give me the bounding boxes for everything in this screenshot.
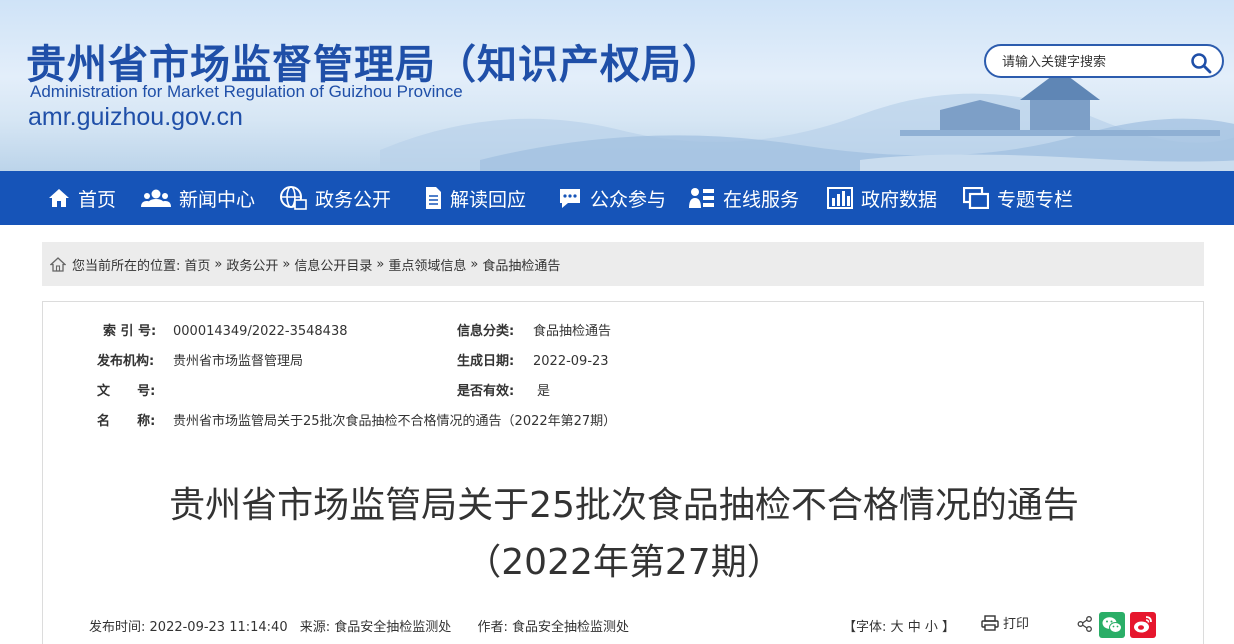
share-icon[interactable]: [1077, 616, 1093, 637]
author-value: 食品安全抽检监测处: [511, 620, 629, 635]
breadcrumb-link-gov-affairs[interactable]: 政务公开: [226, 255, 278, 274]
nav-item-online-service[interactable]: 在线服务: [689, 171, 799, 225]
author-label: 作者:: [477, 620, 508, 635]
meta-valid-label: 是否有效:: [457, 384, 515, 399]
breadcrumb-separator: »: [214, 256, 223, 272]
chat-icon: [560, 189, 580, 208]
meta-publisher-label: 发布机构:: [97, 354, 155, 369]
font-size-large-button[interactable]: 大: [891, 620, 904, 635]
article-title-line1: 贵州省市场监管局关于25批次食品抽检不合格情况的通告: [169, 485, 1079, 526]
bar-chart-icon: [827, 187, 853, 209]
nav-item-home[interactable]: 首页: [48, 171, 116, 225]
source-value: 食品安全抽检监测处: [334, 620, 452, 635]
meta-category-value: 食品抽检通告: [533, 324, 612, 339]
breadcrumb-link-catalog[interactable]: 信息公开目录: [294, 255, 372, 274]
meta-category-label: 信息分类:: [457, 324, 515, 339]
publish-time-label: 发布时间:: [89, 620, 146, 635]
nav-label: 首页: [78, 188, 117, 211]
nav-label: 在线服务: [723, 188, 800, 211]
breadcrumb-separator: »: [282, 256, 291, 272]
wechat-share-icon[interactable]: [1099, 612, 1125, 643]
window-icon: [963, 187, 989, 209]
meta-category: 信息分类: 食品抽检通告: [457, 320, 611, 339]
meta-publisher-value: 贵州省市场监督管理局: [173, 354, 304, 369]
nav-item-public-participation[interactable]: 公众参与: [558, 171, 666, 225]
nav-label: 专题专栏: [997, 188, 1074, 211]
breadcrumb-link-food-notices[interactable]: 食品抽检通告: [482, 255, 560, 274]
document-icon: [426, 187, 441, 209]
meta-valid: 是否有效: 是: [457, 380, 550, 399]
breadcrumb: 您当前所在的位置: 首页 » 政务公开 » 信息公开目录 » 重点领域信息 » …: [42, 242, 1204, 286]
service-icon: [689, 188, 714, 208]
search-box: [984, 44, 1224, 78]
main-nav: 首页 新闻中心 政务公开 解读回应 公众参与 在线服务 政府数据 专题专栏: [0, 171, 1234, 225]
breadcrumb-separator: »: [470, 256, 479, 272]
home-outline-icon: [50, 256, 66, 272]
nav-label: 政务公开: [315, 188, 392, 211]
nav-item-interpretation[interactable]: 解读回应: [424, 171, 526, 225]
meta-index-value: 000014349/2022-3548438: [173, 324, 348, 339]
print-button[interactable]: 打印: [981, 613, 1029, 632]
nav-item-special-topics[interactable]: 专题专栏: [963, 171, 1073, 225]
font-size-controls: 【字体: 大 中 小 】: [843, 616, 955, 635]
article-card: 索 引 号: 000014349/2022-3548438 信息分类: 食品抽检通告…: [42, 301, 1204, 644]
nav-label: 公众参与: [590, 188, 667, 211]
home-icon: [49, 189, 69, 207]
breadcrumb-link-key-areas[interactable]: 重点领域信息: [388, 255, 466, 274]
site-domain: amr.guizhou.gov.cn: [28, 103, 243, 131]
search-icon[interactable]: [1190, 52, 1212, 74]
print-label: 打印: [1003, 617, 1030, 632]
nav-item-gov-data[interactable]: 政府数据: [827, 171, 937, 225]
publish-info: 发布时间: 2022-09-23 11:14:40 来源: 食品安全抽检监测处 …: [89, 616, 629, 635]
printer-icon: [981, 614, 999, 631]
weibo-share-icon[interactable]: [1130, 612, 1156, 643]
article-title-line2: （2022年第27期）: [465, 542, 783, 583]
nav-label: 新闻中心: [179, 188, 256, 211]
source-label: 来源:: [299, 620, 331, 635]
nav-label: 解读回应: [450, 188, 527, 211]
meta-date: 生成日期: 2022-09-23: [457, 350, 609, 369]
font-size-small-button[interactable]: 小: [925, 620, 938, 635]
site-title-english: Administration for Market Regulation of …: [30, 82, 463, 101]
nav-item-gov-affairs[interactable]: 政务公开: [279, 171, 391, 225]
meta-publisher: 发布机构: 贵州省市场监督管理局: [97, 350, 303, 369]
nav-item-news[interactable]: 新闻中心: [141, 171, 255, 225]
font-size-medium-button[interactable]: 中: [908, 620, 921, 635]
nav-label: 政府数据: [861, 188, 938, 211]
meta-valid-value: 是: [537, 384, 551, 399]
meta-name-value: 贵州省市场监管局关于25批次食品抽检不合格情况的通告（2022年第27期）: [173, 414, 617, 429]
meta-docno: 文 号:: [97, 380, 173, 399]
publish-time-value: 2022-09-23 11:14:40: [149, 620, 288, 635]
meta-date-label: 生成日期:: [457, 354, 515, 369]
font-size-bracket-end: 】: [942, 620, 956, 635]
breadcrumb-link-home[interactable]: 首页: [184, 255, 210, 274]
meta-date-value: 2022-09-23: [533, 354, 609, 369]
meta-name: 名 称: 贵州省市场监管局关于25批次食品抽检不合格情况的通告（2022年第27期…: [97, 410, 616, 429]
people-icon: [141, 189, 171, 207]
globe-icon: [280, 186, 307, 210]
breadcrumb-prefix: 您当前所在的位置:: [72, 258, 181, 274]
meta-docno-label: 文 号:: [97, 384, 156, 399]
header-banner: 贵州省市场监督管理局（知识产权局） Administration for Mar…: [0, 0, 1234, 171]
font-size-label: 【字体:: [843, 620, 887, 635]
breadcrumb-separator: »: [376, 256, 385, 272]
search-input[interactable]: [1002, 52, 1192, 72]
meta-name-label: 名 称:: [97, 414, 156, 429]
meta-index: 索 引 号: 000014349/2022-3548438: [103, 320, 348, 339]
meta-index-label: 索 引 号:: [103, 324, 157, 339]
